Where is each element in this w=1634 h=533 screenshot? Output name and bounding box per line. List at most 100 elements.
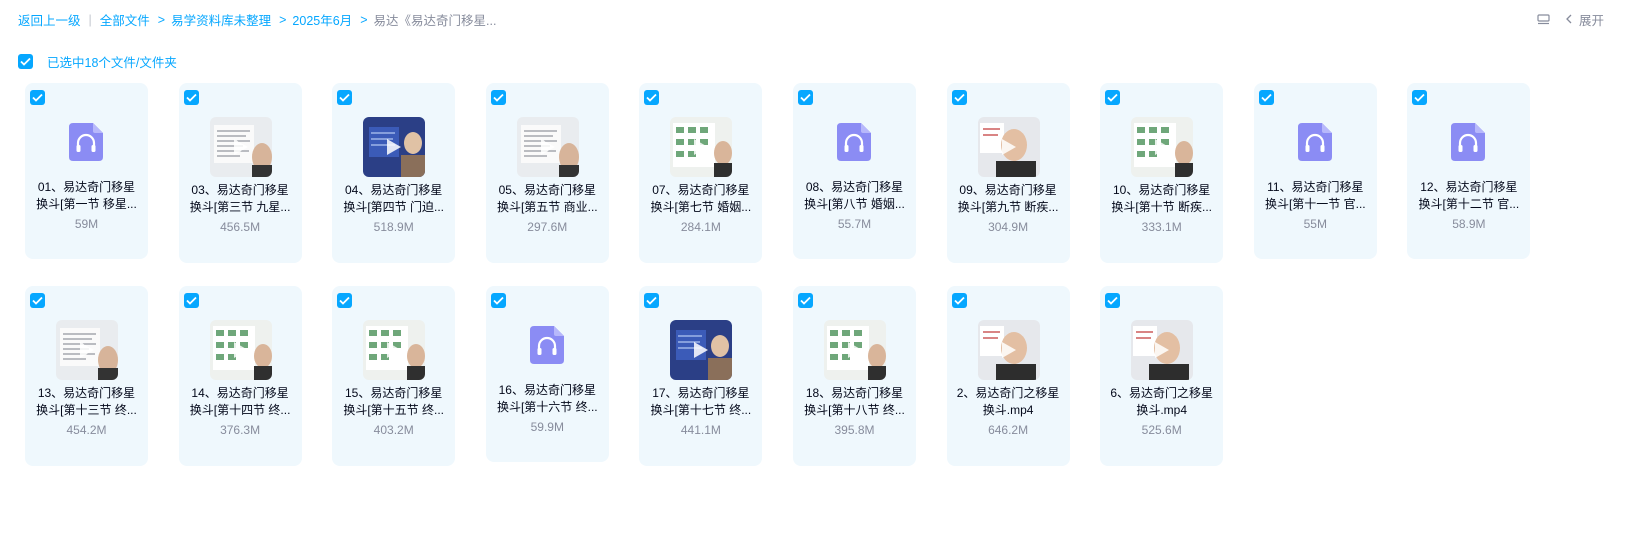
play-icon	[848, 342, 862, 358]
file-checkbox[interactable]	[337, 90, 353, 105]
video-file-card[interactable]: 10、易达奇门移星 换斗[第十节 断疾... 333.1M	[1100, 83, 1224, 263]
file-size: 297.6M	[527, 220, 568, 234]
file-checkbox[interactable]	[1105, 90, 1121, 105]
video-file-card[interactable]: 14、易达奇门移星 换斗[第十四节 终... 376.3M	[178, 286, 302, 466]
file-checkbox[interactable]	[183, 293, 199, 308]
video-file-card[interactable]: 04、易达奇门移星 换斗[第四节 门迫... 518.9M	[332, 83, 456, 263]
breadcrumb-all-files[interactable]: 全部文件	[100, 10, 150, 29]
file-name-line2: 换斗[第十三节 终...	[36, 403, 137, 417]
file-checkbox[interactable]	[644, 90, 660, 105]
file-name-line1: 08、易达奇门移星	[805, 180, 904, 194]
file-checkbox[interactable]	[337, 293, 353, 308]
audio-file-card[interactable]: 12、易达奇门移星 换斗[第十二节 官... 58.9M	[1407, 83, 1531, 259]
file-checkbox[interactable]	[951, 90, 967, 105]
file-size: 59M	[74, 217, 99, 231]
headphones-icon	[69, 123, 103, 161]
file-name: 01、易达奇门移星 换斗[第一节 移星...	[29, 179, 144, 213]
video-thumbnail	[363, 117, 426, 177]
headphones-icon	[1451, 123, 1486, 161]
play-icon	[1001, 342, 1016, 358]
file-name-line2: 换斗[第三节 九星...	[189, 200, 291, 214]
file-name: 11、易达奇门移星 换斗[第十一节 官...	[1258, 179, 1373, 213]
video-file-card[interactable]: 09、易达奇门移星 换斗[第九节 断疾... 304.9M	[946, 83, 1070, 263]
file-checkbox[interactable]	[798, 90, 813, 105]
file-checkbox[interactable]	[30, 293, 45, 308]
file-name-line2: 换斗[第五节 商业...	[496, 200, 598, 214]
play-icon	[694, 342, 709, 358]
audio-file-card[interactable]: 11、易达奇门移星 换斗[第十一节 官... 55M	[1253, 83, 1377, 259]
video-file-card[interactable]: 17、易达奇门移星 换斗[第十七节 终... 441.1M	[639, 286, 763, 466]
breadcrumb-chevron-icon: >	[360, 12, 368, 27]
file-checkbox[interactable]	[798, 293, 813, 308]
video-file-card[interactable]: 05、易达奇门移星 换斗[第五节 商业... 297.6M	[485, 83, 609, 263]
audio-file-card[interactable]: 16、易达奇门移星 换斗[第十六节 终... 59.9M	[485, 286, 609, 462]
file-name-line1: 09、易达奇门移星	[959, 183, 1057, 197]
file-checkbox[interactable]	[1412, 90, 1428, 105]
expand-button[interactable]: 展开	[1565, 10, 1604, 29]
breadcrumb-divider: |	[88, 12, 92, 27]
file-checkbox[interactable]	[490, 293, 506, 308]
video-file-card[interactable]: 15、易达奇门移星 换斗[第十五节 终... 403.2M	[332, 286, 456, 466]
file-name-line2: 换斗[第八节 婚姻...	[804, 197, 905, 211]
file-checkbox[interactable]	[183, 90, 199, 105]
video-file-card[interactable]: 6、易达奇门之移星 换斗.mp4 525.6M	[1100, 286, 1224, 466]
video-thumbnail	[977, 320, 1040, 380]
file-name: 16、易达奇门移星 换斗[第十六节 终...	[490, 382, 605, 416]
file-name-line1: 05、易达奇门移星	[498, 183, 596, 197]
file-checkbox[interactable]	[1258, 90, 1274, 105]
file-name-line2: 换斗[第十节 断疾...	[1111, 200, 1213, 214]
file-size: 456.5M	[220, 220, 261, 234]
video-file-card[interactable]: 18、易达奇门移星 换斗[第十八节 终... 395.8M	[793, 286, 916, 466]
file-name-line1: 11、易达奇门移星	[1267, 180, 1364, 194]
file-size: 646.2M	[988, 423, 1029, 437]
file-checkbox[interactable]	[644, 293, 660, 308]
file-size: 441.1M	[680, 423, 721, 437]
file-checkbox[interactable]	[490, 90, 506, 105]
breadcrumb-folder-month[interactable]: 2025年6月	[292, 10, 352, 29]
file-size: 284.1M	[680, 220, 721, 234]
video-thumbnail	[516, 117, 579, 177]
file-name-line2: 换斗.mp4	[982, 403, 1034, 417]
file-checkbox[interactable]	[30, 90, 45, 105]
breadcrumb-chevron-icon: >	[157, 12, 166, 27]
file-size: 55M	[1303, 217, 1327, 231]
file-name: 15、易达奇门移星 换斗[第十五节 终...	[336, 385, 451, 419]
file-size: 403.2M	[373, 423, 414, 437]
file-name: 18、易达奇门移星 换斗[第十八节 终...	[797, 385, 912, 419]
file-name-line1: 10、易达奇门移星	[1113, 183, 1211, 197]
video-thumbnail	[670, 320, 733, 380]
chevron-left-icon	[1565, 13, 1573, 27]
file-name-line2: 换斗[第七节 婚姻...	[650, 200, 752, 214]
file-name-line1: 01、易达奇门移星	[37, 180, 136, 194]
video-file-card[interactable]: 2、易达奇门之移星 换斗.mp4 646.2M	[946, 286, 1070, 466]
play-icon	[387, 139, 402, 155]
play-icon	[233, 342, 248, 358]
select-all-checkbox[interactable]	[18, 54, 33, 69]
file-size: 59.9M	[530, 420, 564, 434]
file-size: 525.6M	[1141, 423, 1182, 437]
file-name: 17、易达奇门移星 换斗[第十七节 终...	[643, 385, 758, 419]
play-icon	[1001, 139, 1016, 155]
back-link[interactable]: 返回上一级	[18, 10, 81, 29]
file-checkbox[interactable]	[951, 293, 967, 308]
video-thumbnail	[209, 320, 272, 380]
file-name: 2、易达奇门之移星 换斗.mp4	[951, 385, 1066, 419]
video-file-card[interactable]: 13、易达奇门移星 换斗[第十三节 终... 454.2M	[25, 286, 148, 466]
file-name-line2: 换斗[第十一节 官...	[1264, 197, 1366, 211]
view-mode-icon[interactable]	[1537, 13, 1551, 27]
expand-label: 展开	[1578, 14, 1604, 28]
breadcrumb-folder-library[interactable]: 易学资料库未整理	[171, 10, 271, 29]
file-size: 395.8M	[834, 423, 875, 437]
play-icon	[1155, 139, 1170, 155]
file-name-line2: 换斗[第九节 断疾...	[957, 200, 1059, 214]
audio-file-card[interactable]: 08、易达奇门移星 换斗[第八节 婚姻... 55.7M	[793, 83, 916, 259]
video-thumbnail	[977, 117, 1040, 177]
play-icon	[540, 139, 555, 155]
file-name: 04、易达奇门移星 换斗[第四节 门迫...	[336, 182, 451, 216]
audio-file-card[interactable]: 01、易达奇门移星 换斗[第一节 移星... 59M	[25, 83, 148, 259]
file-name-line2: 换斗[第十五节 终...	[343, 403, 445, 417]
file-size: 333.1M	[1141, 220, 1182, 234]
video-file-card[interactable]: 07、易达奇门移星 换斗[第七节 婚姻... 284.1M	[639, 83, 763, 263]
video-file-card[interactable]: 03、易达奇门移星 换斗[第三节 九星... 456.5M	[178, 83, 302, 263]
file-checkbox[interactable]	[1105, 293, 1121, 308]
